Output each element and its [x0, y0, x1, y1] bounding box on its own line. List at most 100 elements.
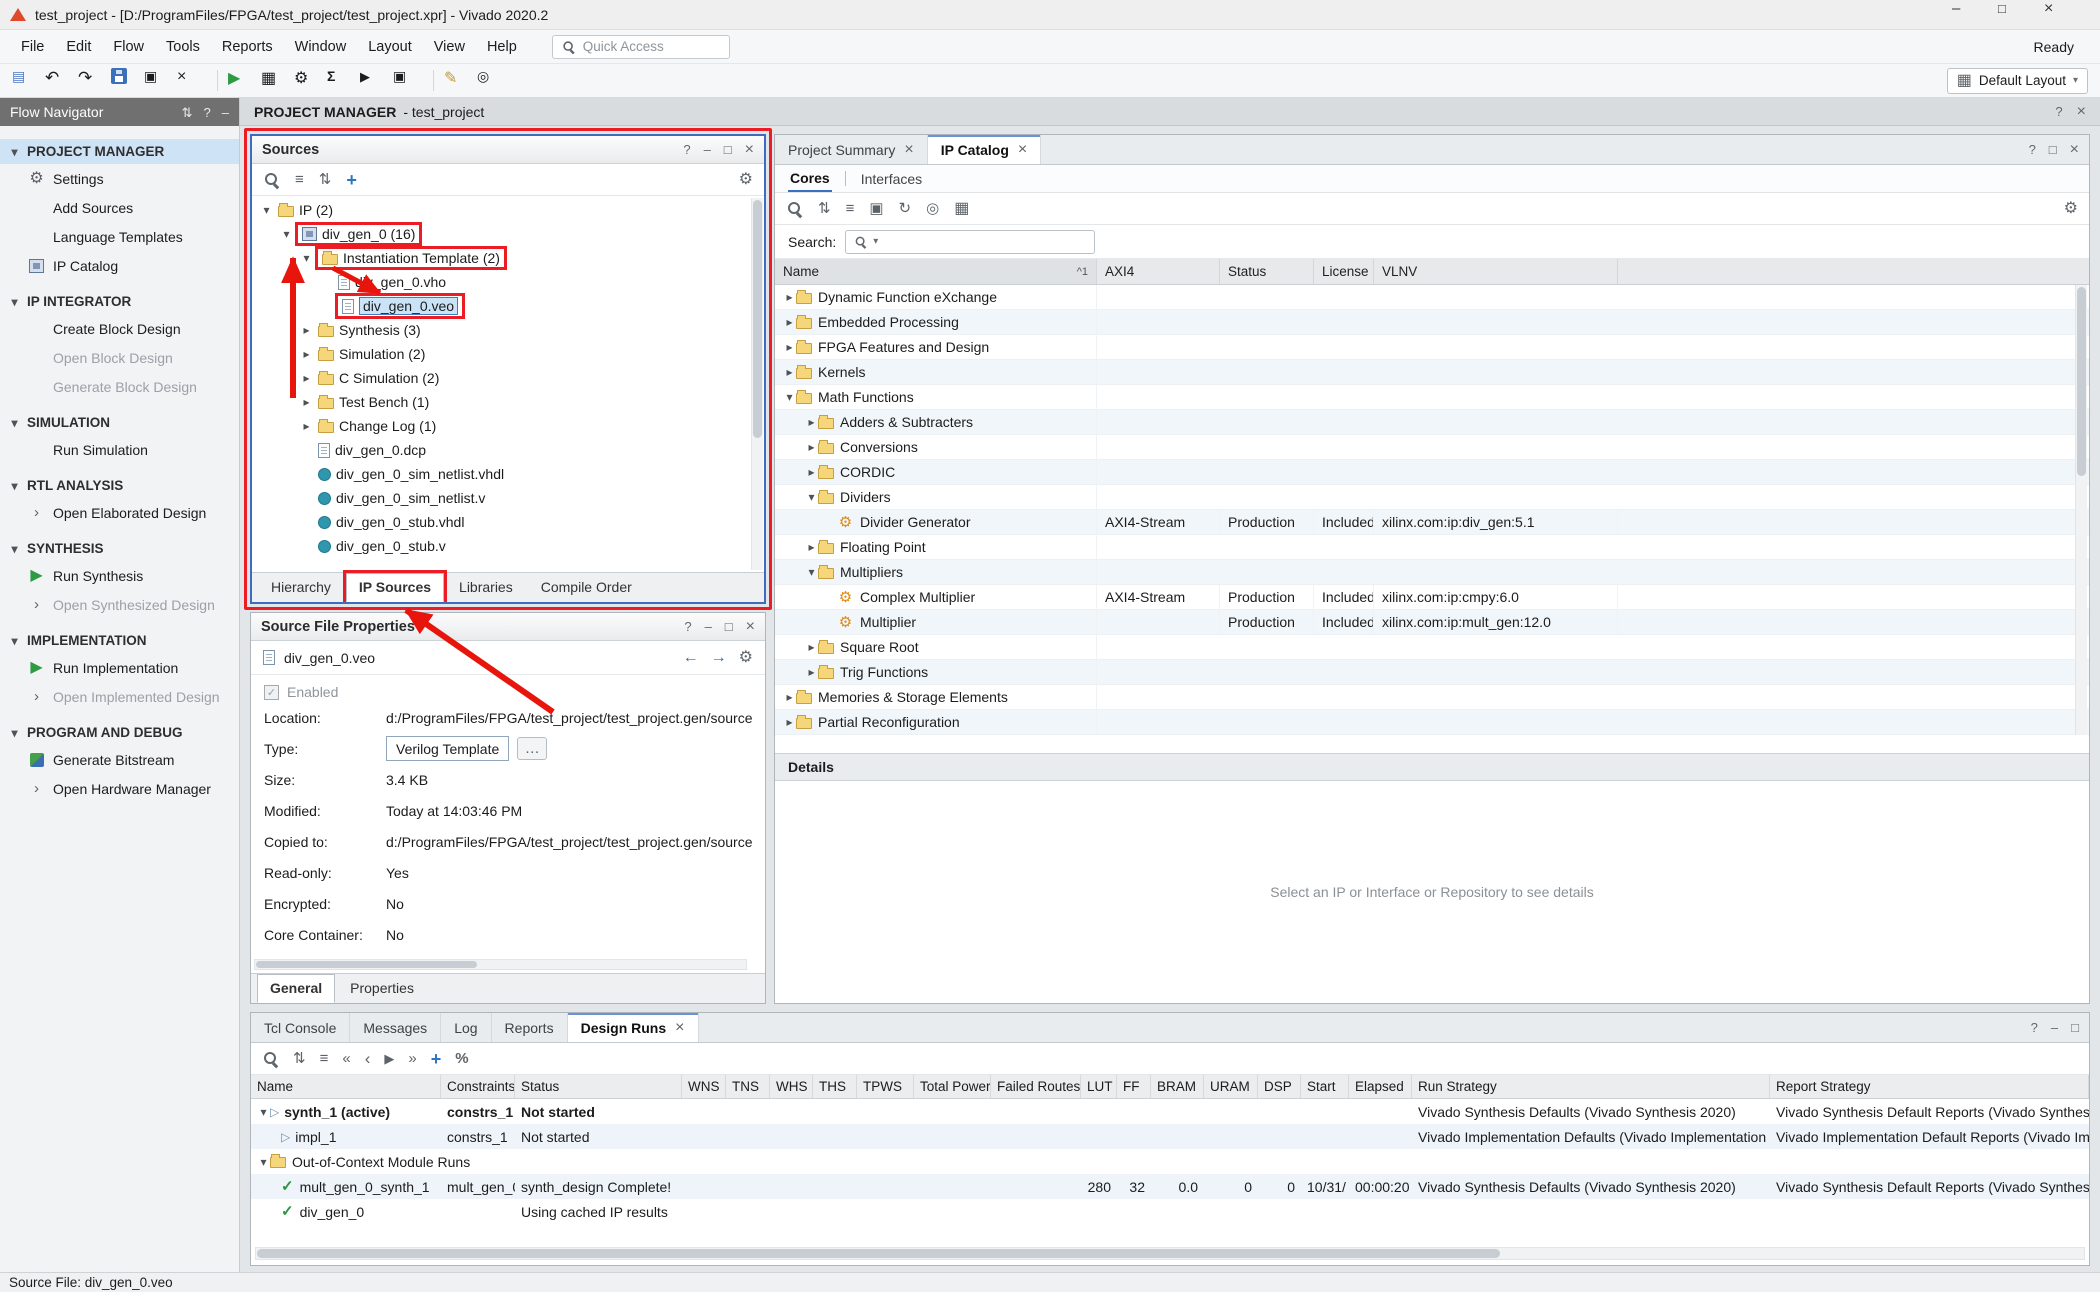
minimize-icon[interactable] [705, 620, 712, 633]
tab-log[interactable]: Log [441, 1013, 491, 1042]
target-icon[interactable] [926, 201, 939, 216]
expander-icon[interactable] [805, 666, 818, 678]
flow-item-ip-catalog[interactable]: IP Catalog [0, 251, 239, 280]
column-license[interactable]: License [1314, 259, 1374, 284]
catalog-row[interactable]: Conversions [775, 435, 2089, 460]
column-ff[interactable]: FF [1117, 1075, 1151, 1098]
refresh-icon[interactable] [899, 201, 912, 216]
close-icon[interactable] [2077, 104, 2086, 120]
tab-design-runs[interactable]: Design Runs [568, 1013, 699, 1042]
flow-icon[interactable] [261, 68, 291, 94]
flow-item-open-elaborated-design[interactable]: Open Elaborated Design [0, 498, 239, 527]
catalog-row[interactable]: Embedded Processing [775, 310, 2089, 335]
column-lut[interactable]: LUT [1081, 1075, 1117, 1098]
tab-properties[interactable]: Properties [337, 974, 427, 1003]
tree-row-test-bench[interactable]: Test Bench (1) [252, 390, 764, 414]
catalog-row[interactable]: Multipliers [775, 560, 2089, 585]
flow-item-add-sources[interactable]: Add Sources [0, 193, 239, 222]
play-icon[interactable] [360, 68, 390, 94]
scrollbar-thumb[interactable] [753, 200, 762, 438]
column-bram[interactable]: BRAM [1151, 1075, 1204, 1098]
minimize-button[interactable] [1952, 0, 1998, 29]
column-start[interactable]: Start [1301, 1075, 1349, 1098]
tree-row-div-gen-0-vho[interactable]: div_gen_0.vho [252, 270, 764, 294]
expander-icon[interactable] [805, 441, 818, 453]
tab-project-summary[interactable]: Project Summary [775, 135, 928, 164]
percent-icon[interactable] [455, 1051, 468, 1066]
tree-row-sim-netlist-vhdl[interactable]: div_gen_0_sim_netlist.vhdl [252, 462, 764, 486]
minimize-icon[interactable] [222, 106, 229, 119]
expander-icon[interactable] [805, 541, 818, 553]
expander-icon[interactable] [257, 1156, 270, 1168]
expander-icon[interactable] [300, 372, 313, 384]
expander-icon[interactable] [257, 1106, 270, 1118]
catalog-row[interactable]: CORDIC [775, 460, 2089, 485]
search-icon[interactable] [262, 1050, 279, 1067]
menu-reports[interactable]: Reports [211, 34, 284, 60]
close-tab-icon[interactable] [675, 1020, 684, 1036]
flow-item-open-block-design[interactable]: Open Block Design [0, 343, 239, 372]
expander-icon[interactable] [783, 366, 796, 378]
run-icon[interactable] [384, 1052, 394, 1065]
expander-icon[interactable] [280, 228, 293, 240]
tab-general[interactable]: General [257, 974, 335, 1003]
column-tpws[interactable]: TPWS [857, 1075, 914, 1098]
expander-icon[interactable] [783, 716, 796, 728]
tree-row-instantiation-template[interactable]: Instantiation Template (2) [252, 246, 764, 270]
close-icon[interactable] [2070, 142, 2079, 158]
help-icon[interactable] [683, 143, 690, 156]
maximize-icon[interactable] [725, 620, 733, 633]
flow-section-project-manager[interactable]: PROJECT MANAGER [0, 139, 239, 164]
tree-row-change-log[interactable]: Change Log (1) [252, 414, 764, 438]
minimize-icon[interactable] [2051, 1021, 2058, 1034]
step-forward-icon[interactable] [408, 1051, 416, 1066]
column-failed-routes[interactable]: Failed Routes [991, 1075, 1081, 1098]
maximize-icon[interactable] [724, 143, 732, 156]
forward-icon[interactable] [711, 650, 727, 666]
layout-window-icon[interactable] [393, 68, 423, 94]
column-name[interactable]: Name [251, 1075, 441, 1098]
vertical-scrollbar[interactable] [751, 198, 763, 570]
menu-flow[interactable]: Flow [102, 34, 155, 60]
menu-file[interactable]: File [10, 34, 55, 60]
vertical-scrollbar[interactable] [2075, 285, 2087, 735]
add-run-icon[interactable] [431, 1050, 442, 1068]
maximize-icon[interactable] [2049, 143, 2057, 156]
step-back-icon[interactable] [365, 1050, 371, 1067]
tab-libraries[interactable]: Libraries [446, 573, 526, 602]
column-dsp[interactable]: DSP [1258, 1075, 1301, 1098]
catalog-row[interactable]: Trig Functions [775, 660, 2089, 685]
expander-icon[interactable] [783, 391, 796, 403]
run-row-out-of-context-group[interactable]: Out-of-Context Module Runs [251, 1149, 2089, 1174]
column-constraints[interactable]: Constraints [441, 1075, 515, 1098]
run-icon[interactable] [228, 68, 258, 94]
run-row-div-gen-0[interactable]: div_gen_0 Using cached IP results [251, 1199, 2089, 1224]
flow-section-rtl-analysis[interactable]: RTL ANALYSIS [0, 473, 239, 498]
layout-selector[interactable]: Default Layout [1947, 68, 2088, 94]
column-name[interactable]: Name^1 [775, 259, 1097, 284]
catalog-row[interactable]: Memories & Storage Elements [775, 685, 2089, 710]
column-ths[interactable]: THS [813, 1075, 857, 1098]
close-tab-icon[interactable] [1018, 142, 1027, 158]
tree-row-simulation[interactable]: Simulation (2) [252, 342, 764, 366]
catalog-row[interactable]: Dividers [775, 485, 2089, 510]
collapse-all-icon[interactable] [846, 201, 855, 216]
tab-ip-sources[interactable]: IP Sources [346, 573, 444, 602]
enabled-checkbox[interactable] [264, 685, 279, 700]
tree-row-div-gen-0[interactable]: div_gen_0 (16) [252, 222, 764, 246]
catalog-row-complex-multiplier[interactable]: Complex MultiplierAXI4-StreamProductionI… [775, 585, 2089, 610]
tree-row-ip[interactable]: IP (2) [252, 198, 764, 222]
expander-icon[interactable] [783, 341, 796, 353]
menu-help[interactable]: Help [476, 34, 528, 60]
open-project-icon[interactable] [12, 68, 42, 94]
catalog-search-input[interactable] [845, 230, 1095, 254]
horizontal-scrollbar[interactable] [254, 959, 747, 970]
catalog-row[interactable]: Dynamic Function eXchange [775, 285, 2089, 310]
group-icon[interactable] [869, 201, 883, 216]
catalog-row[interactable]: Kernels [775, 360, 2089, 385]
flow-item-language-templates[interactable]: Language Templates [0, 222, 239, 251]
debug-probe-icon[interactable] [477, 68, 507, 94]
column-wns[interactable]: WNS [682, 1075, 726, 1098]
flow-section-ip-integrator[interactable]: IP INTEGRATOR [0, 289, 239, 314]
expander-icon[interactable] [805, 466, 818, 478]
